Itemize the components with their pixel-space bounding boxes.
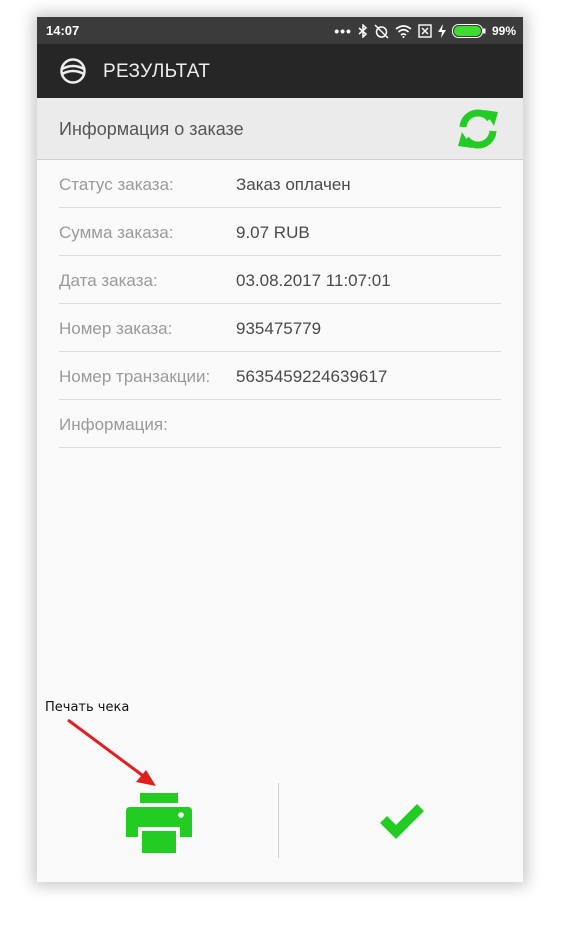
- bluetooth-icon: [358, 24, 368, 38]
- print-receipt-annotation: Печать чека: [45, 700, 130, 715]
- wifi-icon: [395, 24, 412, 38]
- order-status-label: Статус заказа:: [59, 175, 174, 194]
- order-date-label: Дата заказа:: [59, 271, 158, 290]
- order-info-header: Информация о заказе: [37, 98, 523, 160]
- transaction-number-row: Номер транзакции: 5635459224639617: [59, 352, 501, 400]
- transaction-number-value: 5635459224639617: [236, 367, 388, 386]
- order-number-label: Номер заказа:: [59, 319, 173, 338]
- app-logo-icon: [60, 58, 86, 84]
- status-time: 14:07: [46, 23, 80, 38]
- order-number-value: 935475779: [236, 319, 322, 338]
- transaction-number-label: Номер транзакции:: [59, 367, 211, 386]
- status-bar: 14:07 ••• 99%: [37, 17, 523, 44]
- order-date-row: Дата заказа: 03.08.2017 11:07:01: [59, 256, 501, 304]
- order-status-row: Статус заказа: Заказ оплачен: [59, 160, 501, 208]
- printer-icon[interactable]: [126, 793, 192, 853]
- order-amount-value: 9.07 RUB: [236, 223, 310, 242]
- bottom-divider: [278, 783, 279, 858]
- charging-icon: [437, 24, 446, 38]
- order-status-value: Заказ оплачен: [236, 175, 351, 194]
- app-bar-title: РЕЗУЛЬТАТ: [103, 61, 211, 82]
- order-number-row: Номер заказа: 935475779: [59, 304, 501, 352]
- battery-percent: 99%: [491, 24, 516, 38]
- phone-screen: 14:07 ••• 99% РЕЗУЛЬТАТ Информация о зак…: [37, 17, 523, 882]
- app-bar: РЕЗУЛЬТАТ: [37, 44, 523, 98]
- order-date-value: 03.08.2017 11:07:01: [236, 271, 391, 290]
- order-info-list: Статус заказа: Заказ оплачен Сумма заказ…: [59, 160, 501, 448]
- more-dots-icon: •••: [334, 23, 352, 39]
- information-label: Информация:: [59, 415, 168, 434]
- information-row: Информация:: [59, 400, 501, 448]
- status-icons: ••• 99%: [334, 21, 516, 41]
- order-amount-label: Сумма заказа:: [59, 223, 174, 242]
- section-title: Информация о заказе: [59, 119, 244, 139]
- refresh-icon[interactable]: [455, 106, 501, 152]
- alarm-off-icon: [374, 23, 389, 39]
- checkmark-icon[interactable]: [378, 803, 426, 841]
- bottom-action-bar: [37, 783, 523, 858]
- no-sim-icon: [418, 24, 432, 38]
- order-amount-row: Сумма заказа: 9.07 RUB: [59, 208, 501, 256]
- battery-icon: [451, 24, 486, 38]
